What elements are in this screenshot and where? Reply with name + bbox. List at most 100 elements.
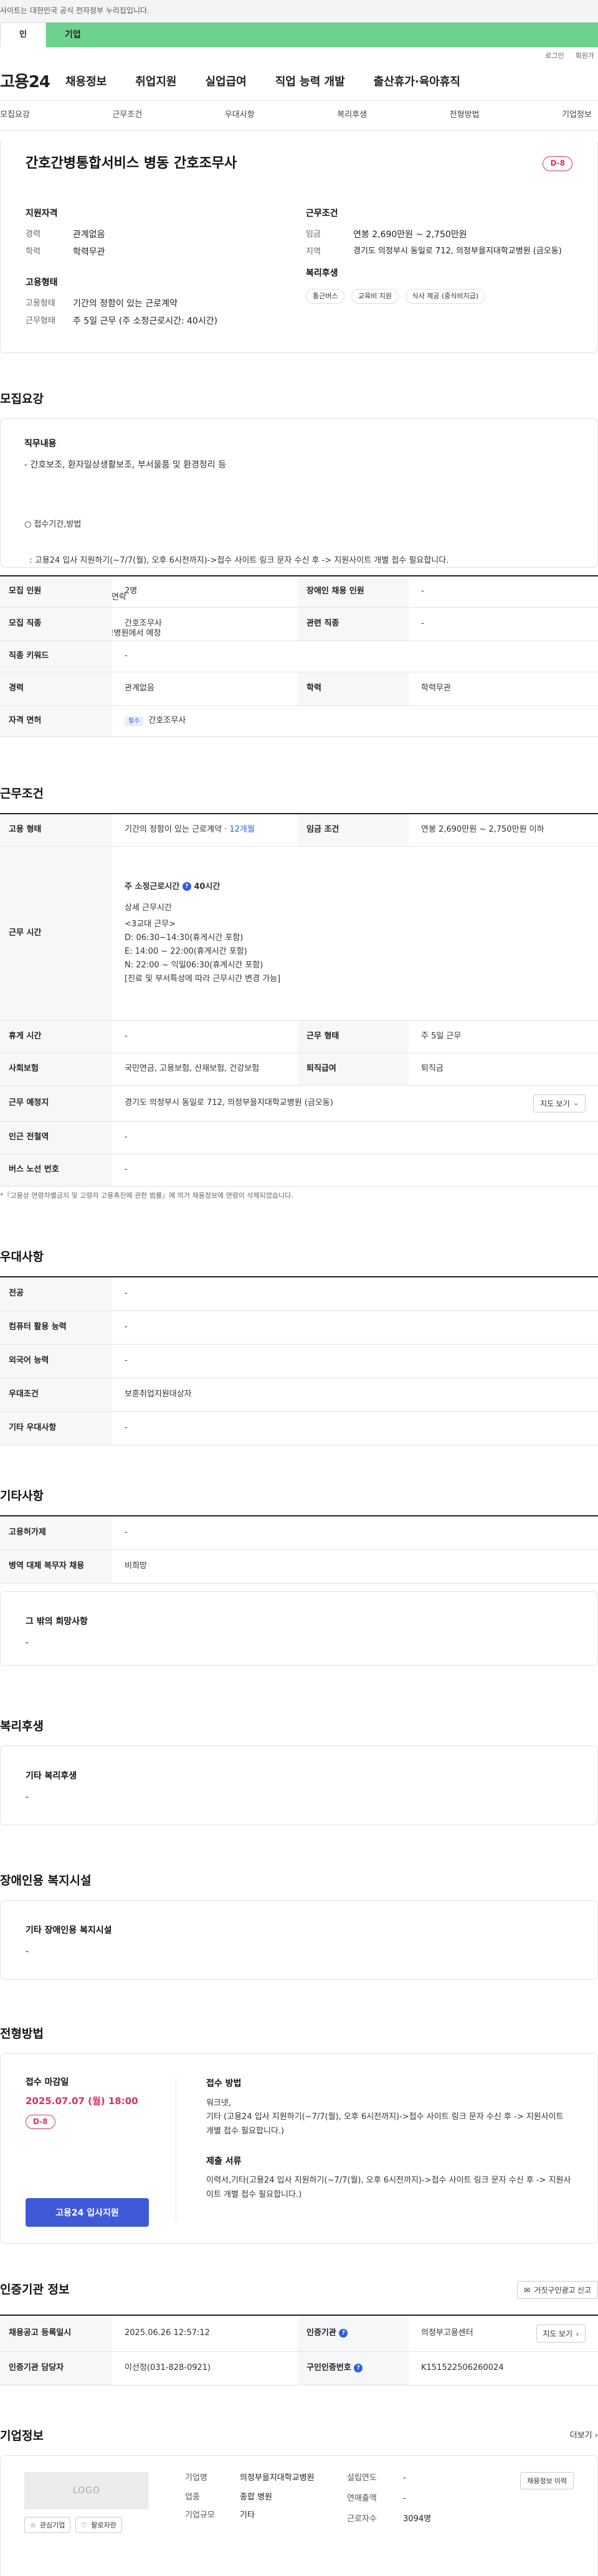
subnav-process[interactable]: 전형방법 — [450, 110, 480, 121]
company-size-value: 기타 — [240, 2510, 255, 2520]
gnb-jobs[interactable]: 채용정보 — [65, 74, 107, 90]
subnav-conditions[interactable]: 근무조건 — [112, 110, 142, 121]
cell-value: 기간의 정함이 있는 근로계약 · 12개월 — [112, 814, 298, 847]
apply-button[interactable]: 고용24 입사지원 — [26, 2198, 149, 2227]
info-icon[interactable]: ? — [354, 2363, 363, 2372]
industry-value: 종합 병원 — [240, 2492, 272, 2502]
process-card: 접수 마감일 2025.07.07 (월) 18:00 D-8 고용24 입사지… — [0, 2053, 598, 2244]
table-row: 인근 전철역 - — [0, 1121, 598, 1154]
cell-value: K151522506260024 — [409, 2351, 598, 2386]
favorite-company-button[interactable]: ☆ 관심기업 — [24, 2517, 71, 2533]
subnav-company[interactable]: 기업정보 — [562, 110, 592, 121]
company-title: 기업정보 — [0, 2429, 44, 2443]
follow-button[interactable]: ♡ 팔로자란 — [75, 2517, 122, 2533]
site-logo[interactable]: 고용24 — [0, 71, 65, 95]
agency-map-label: 지도 보기 — [543, 2329, 573, 2338]
cell-label: 학력 — [298, 672, 409, 706]
welfare-chip: 교육비 지원 — [351, 288, 399, 304]
cell-value: 학력무관 — [409, 672, 598, 706]
audience-tabs: 인 기업 — [0, 22, 598, 47]
industry-label: 업종 — [185, 2492, 200, 2502]
cert-agency-label: 인증기관 — [306, 2328, 336, 2338]
cell-value: 간호조무사 — [112, 607, 298, 641]
cell-value: - — [112, 1411, 598, 1445]
tab-individual[interactable]: 인 — [0, 22, 46, 47]
wtype-value: 주 5일 근무 (주 소정근로시간: 40시간) — [73, 316, 218, 327]
cell-value: 퇴직금 — [409, 1053, 598, 1086]
etype-value: 기간의 정함이 있는 근로계약 — [73, 299, 178, 309]
cell-value: 필수 간호조무사 — [112, 705, 598, 737]
company-size-label: 기업규모 — [185, 2510, 215, 2520]
more-label: 더보기 — [569, 2431, 592, 2441]
dday-badge: D-8 — [543, 156, 572, 171]
cell-label: 직종 키워드 — [0, 641, 112, 672]
table-row: 모집 직종 간호조무사 관련 직종 - — [0, 607, 598, 641]
table-row: 고용 형태 기간의 정함이 있는 근로계약 · 12개월 임금 조건 연봉 2,690… — [0, 814, 598, 847]
cell-label: 퇴직급여 — [298, 1053, 409, 1086]
wage-label: 임금 — [306, 230, 321, 240]
cell-label: 전공 — [0, 1277, 112, 1311]
welfare-chips: 통근버스 교육비 지원 식사 제공 (중식비지급) — [306, 288, 572, 304]
qualification-heading: 지원자격 — [26, 208, 58, 219]
info-icon[interactable]: ? — [182, 882, 191, 891]
docs-value: 이력서,기타(고용24 입사 지원하기(~7/7(월), 오후 6시전까지)->… — [206, 2176, 571, 2199]
table-row: 채용공고 등록일시 2025.06.26 12:57:12 인증기관 ? 의정부고용센… — [0, 2315, 598, 2352]
gnb-unemployment-benefits[interactable]: 실업급여 — [206, 74, 247, 90]
employment-type-heading: 고용형태 — [26, 277, 58, 288]
career-value: 관계없음 — [73, 230, 105, 240]
job-history-button[interactable]: 채용정보 이력 — [520, 2472, 574, 2489]
table-row: 경력 관계없음 학력 학력무관 — [0, 672, 598, 706]
agency-map-button[interactable]: 지도 보기 › — [536, 2325, 586, 2343]
login-link[interactable]: 로그인 — [545, 51, 564, 61]
education-value: 학력무관 — [73, 247, 105, 258]
gnb-parental-leave[interactable]: 출산휴가·육아휴직 — [374, 74, 460, 90]
revenue-value: - — [403, 2493, 406, 2503]
gnb-employment-support[interactable]: 취업지원 — [135, 74, 176, 90]
duty-card: 직무내용 - 간호보조, 환자일상생활보조, 부서물품 및 환경정리 등 ○ 접… — [0, 418, 598, 638]
cell-label: 장애인 채용 인원 — [298, 576, 409, 608]
table-row: 근무 예정지 경기도 의정부시 동일로 712, 의정부을지대학교병원 (금오동)… — [0, 1085, 598, 1122]
dday-badge: D-8 — [26, 2115, 55, 2130]
cell-label: 인증기관 ? — [298, 2315, 409, 2352]
cell-label: 관련 직종 — [298, 607, 409, 641]
cell-value: - — [112, 1121, 598, 1154]
contract-months: 12개월 — [229, 824, 255, 834]
founded-label: 설립연도 — [347, 2473, 377, 2483]
etc-title: 기타사항 — [0, 1489, 44, 1503]
revenue-label: 연매출액 — [347, 2493, 377, 2503]
conditions-table: 고용 형태 기간의 정함이 있는 근로계약 · 12개월 임금 조건 연봉 2,690… — [0, 813, 598, 1187]
table-row: 사회보험 국민연금, 고용보험, 산재보험, 건강보험 퇴직급여 퇴직금 — [0, 1053, 598, 1086]
map-button[interactable]: 지도 보기 ⌄ — [533, 1094, 586, 1112]
report-label: 거짓구인광고 신고 — [534, 2286, 591, 2295]
join-link[interactable]: 회원가 — [576, 51, 594, 61]
career-label: 경력 — [26, 230, 40, 240]
disability-title: 장애인용 복지시설 — [0, 1874, 92, 1887]
method-heading: 접수 방법 — [206, 2079, 242, 2089]
subnav-preferences[interactable]: 우대사항 — [225, 110, 255, 121]
report-button[interactable]: ✉ 거짓구인광고 신고 — [517, 2281, 598, 2299]
tab-company[interactable]: 기업 — [46, 22, 598, 47]
more-link[interactable]: 더보기 › — [570, 2430, 598, 2442]
company-name-label: 기업명 — [185, 2473, 207, 2483]
subnav-recruit[interactable]: 모집요강 — [0, 110, 30, 121]
subnav-welfare[interactable]: 복리후생 — [337, 110, 367, 121]
cell-value: 2명 — [112, 576, 298, 608]
cell-value: 2025.06.26 12:57:12 — [112, 2315, 298, 2352]
cell-label: 구인인증번호 ? — [298, 2351, 409, 2386]
process-note-line: ○ 접수기간,방법 — [24, 519, 82, 529]
disability-box-heading: 기타 장애인용 복지시설 — [26, 1925, 112, 1935]
report-icon: ✉ — [524, 2285, 531, 2295]
table-row: 고용허가제 - — [0, 1516, 598, 1550]
cell-label: 근무 형태 — [298, 1020, 409, 1053]
recruit-title: 모집요강 — [0, 392, 44, 406]
table-row: 전공 - — [0, 1277, 598, 1311]
gnb-vocational-training[interactable]: 직업 능력 개발 — [275, 74, 345, 90]
disability-card: 기타 장애인용 복지시설 - — [0, 1900, 598, 1980]
welfare-box-heading: 기타 복리후생 — [26, 1771, 77, 1781]
cell-value: 보훈취업지원대상자 — [112, 1378, 598, 1412]
cell-value: - — [112, 1516, 598, 1550]
cell-value: - — [112, 1277, 598, 1311]
info-icon[interactable]: ? — [339, 2328, 348, 2338]
star-icon: ☆ — [30, 2521, 36, 2529]
work-address: 경기도 의정부시 동일로 712, 의정부을지대학교병원 (금오동) — [125, 1098, 333, 1107]
